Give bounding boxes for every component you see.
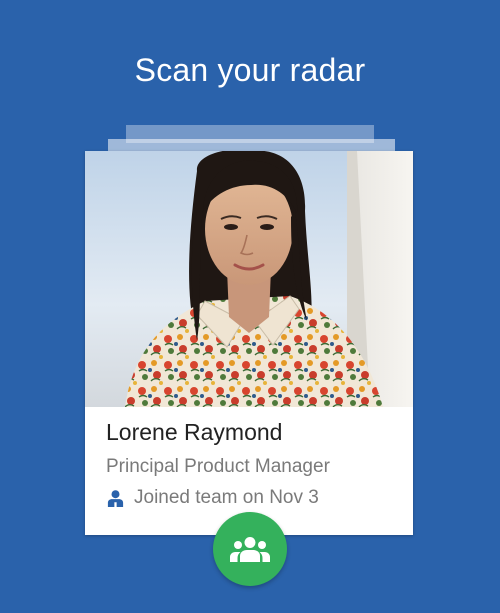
radar-screen: Scan your radar Lorene Raymond Principal… xyxy=(0,0,500,613)
profile-photo xyxy=(85,151,413,407)
profile-name: Lorene Raymond xyxy=(106,419,283,445)
profile-photo-illustration xyxy=(85,151,413,407)
joined-info: Joined team on Nov 3 xyxy=(106,486,319,510)
page-title: Scan your radar xyxy=(134,52,366,88)
joined-date-label: Joined team on Nov 3 xyxy=(134,487,319,508)
team-action-button[interactable] xyxy=(213,512,287,586)
group-icon xyxy=(230,537,270,562)
profile-card[interactable]: Lorene Raymond Principal Product Manager… xyxy=(85,151,413,535)
profile-role: Principal Product Manager xyxy=(106,456,330,477)
person-icon xyxy=(107,489,124,507)
